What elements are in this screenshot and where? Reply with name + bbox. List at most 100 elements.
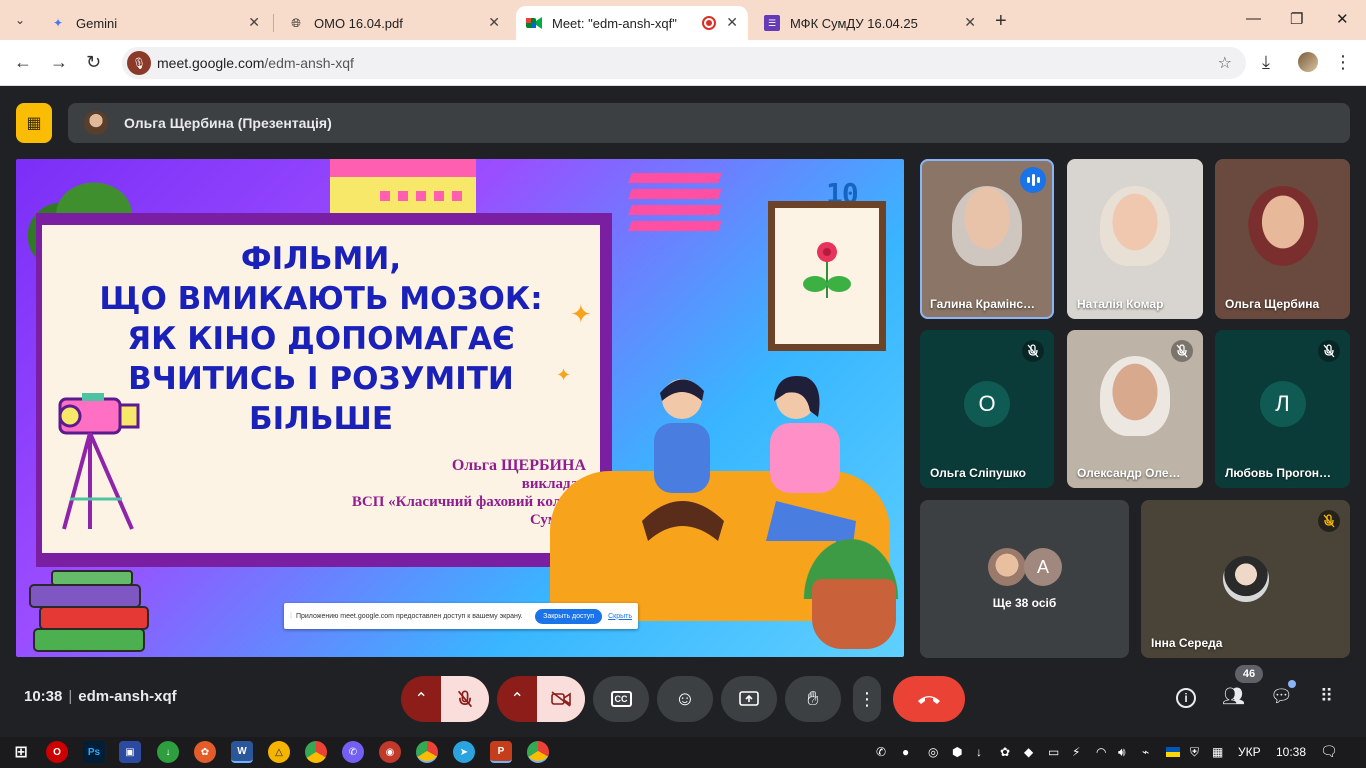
volume-icon[interactable]: 🔊︎: [1118, 745, 1126, 760]
restore-button[interactable]: ❐: [1290, 10, 1303, 28]
forward-button[interactable]: →: [50, 52, 68, 73]
notification-icon[interactable]: 🗨︎: [1320, 743, 1338, 760]
reload-button[interactable]: ↻: [86, 52, 101, 73]
participant-tile[interactable]: О Ольга Сліпушко: [920, 330, 1054, 488]
windows-start-icon[interactable]: ⊞: [10, 741, 32, 763]
share-notice-text: Приложению meet.google.com предоставлен …: [295, 612, 523, 620]
leave-call-button[interactable]: [893, 676, 965, 722]
chevron-up-icon[interactable]: ⌃: [401, 676, 441, 722]
participant-name: Галина Крамінс…: [930, 297, 1036, 311]
kebab-menu-icon: ⋮: [858, 688, 876, 709]
wifi-icon[interactable]: ◠: [1096, 745, 1106, 759]
activities-button[interactable]: ⠿: [1320, 686, 1333, 707]
captions-button[interactable]: CC: [593, 676, 649, 722]
bookmark-star-icon[interactable]: ☆: [1218, 53, 1232, 73]
keyboard-language[interactable]: УКР: [1238, 745, 1261, 759]
participant-tile[interactable]: Л Любовь Прогон…: [1215, 330, 1350, 488]
tray-icon[interactable]: ◎: [928, 745, 938, 759]
tray-icon[interactable]: ▭: [1048, 745, 1059, 759]
viber-tray-icon[interactable]: ✆: [876, 745, 886, 759]
mic-off-button[interactable]: [441, 676, 489, 722]
tray-icon[interactable]: ⌁: [1142, 745, 1149, 759]
close-icon[interactable]: ✕: [248, 14, 260, 31]
chrome-icon[interactable]: [305, 741, 327, 763]
hide-notice-link[interactable]: Скрыть: [608, 613, 632, 620]
notification-dot: [1288, 680, 1296, 688]
tray-icon[interactable]: ●: [902, 745, 909, 759]
address-bar[interactable]: 🎙︎ meet.google.com/edm-ansh-xqf ☆: [122, 47, 1246, 79]
participant-tile[interactable]: Галина Крамінс…: [920, 159, 1054, 319]
windows-taskbar: ⊞ O Ps ▣ ↓ ✿ W △ ✆ ◉ ➤ P ✆ ● ◎ ⬢ ↓ ✿ ◆ ▭…: [0, 737, 1366, 768]
participant-tile[interactable]: Інна Середа: [1141, 500, 1350, 658]
window-close-button[interactable]: ✕: [1336, 10, 1349, 28]
gemini-icon: ✦: [52, 16, 64, 30]
telegram-icon[interactable]: ➤: [453, 741, 475, 763]
url-text[interactable]: meet.google.com/edm-ansh-xqf: [157, 55, 354, 71]
hang-up-icon: [918, 696, 940, 704]
profile-avatar[interactable]: [1298, 52, 1318, 72]
tab-forms[interactable]: ☰ МФК СумДУ 16.04.25 ✕: [754, 6, 986, 40]
tray-icon[interactable]: ↓: [976, 745, 982, 759]
participant-tile[interactable]: Наталія Комар: [1067, 159, 1203, 319]
meeting-details-button[interactable]: i: [1176, 686, 1196, 708]
tray-icon[interactable]: ✿: [1000, 745, 1010, 759]
tab-search-menu-icon[interactable]: ⌄: [8, 8, 32, 32]
presentation-icon[interactable]: ▦: [16, 103, 52, 143]
tab-title: Meet: "edm-ansh-xqf": [552, 15, 677, 31]
powerpoint-icon[interactable]: P: [490, 741, 512, 763]
camera-off-button[interactable]: [537, 676, 585, 722]
participant-video: [1100, 356, 1170, 437]
present-screen-button[interactable]: [721, 676, 777, 722]
chrome-icon[interactable]: [527, 741, 549, 763]
app-icon[interactable]: ↓: [157, 741, 179, 763]
chat-button[interactable]: 💬︎: [1270, 680, 1296, 707]
microphone-icon[interactable]: 🎙︎: [127, 51, 151, 75]
app-icon[interactable]: ✿: [194, 741, 216, 763]
drive-icon[interactable]: △: [268, 741, 290, 763]
participant-name: Ольга Щербина: [1225, 297, 1320, 311]
tab-pdf[interactable]: 🌐︎ ОМО 16.04.pdf ✕: [278, 6, 510, 40]
mic-off-icon: [1171, 340, 1193, 362]
tab-gemini[interactable]: ✦ Gemini ✕: [40, 6, 270, 40]
info-icon: i: [1176, 688, 1196, 708]
tray-icon[interactable]: ▦: [1212, 745, 1223, 759]
drag-handle-icon[interactable]: ⁞: [290, 613, 292, 620]
back-button[interactable]: ←: [14, 52, 32, 73]
recording-icon: [702, 16, 716, 30]
avatar: [1223, 556, 1269, 602]
chrome-icon[interactable]: [416, 741, 438, 763]
photoshop-icon[interactable]: Ps: [83, 741, 105, 763]
tab-title: МФК СумДУ 16.04.25: [790, 15, 918, 31]
new-tab-button[interactable]: +: [995, 10, 1007, 33]
tray-icon[interactable]: ◆: [1024, 745, 1033, 759]
close-icon[interactable]: ✕: [488, 14, 500, 31]
grid-apps-icon: ⠿: [1320, 686, 1334, 706]
google-forms-icon: ☰: [764, 15, 780, 31]
stop-sharing-button[interactable]: Закрыть доступ: [535, 608, 603, 624]
download-icon[interactable]: ⤓: [1262, 52, 1270, 73]
viber-icon[interactable]: ✆: [342, 741, 364, 763]
kebab-menu-icon[interactable]: ⋮: [1334, 52, 1352, 73]
clock[interactable]: 10:38: [1276, 745, 1306, 759]
chevron-up-icon[interactable]: ⌃: [497, 676, 537, 722]
tab-meet[interactable]: Meet: "edm-ansh-xqf" ✕: [516, 6, 748, 40]
people-button[interactable]: 👥︎: [1222, 686, 1245, 707]
minimize-button[interactable]: —: [1246, 10, 1261, 27]
more-participants-tile[interactable]: А Ще 38 осіб: [920, 500, 1129, 658]
sparkle-icon: ✦: [570, 299, 592, 329]
participant-tile[interactable]: Ольга Щербина: [1215, 159, 1350, 319]
close-icon[interactable]: ✕: [726, 14, 738, 31]
google-meet-icon: [526, 15, 542, 31]
more-options-button[interactable]: ⋮: [853, 676, 881, 722]
participant-tile[interactable]: Олександр Оле…: [1067, 330, 1203, 488]
opera-icon[interactable]: O: [46, 741, 68, 763]
tray-icon[interactable]: ⬢: [952, 745, 962, 759]
word-icon[interactable]: W: [231, 741, 253, 763]
raise-hand-button[interactable]: ✋︎: [785, 676, 841, 722]
app-icon[interactable]: ◉: [379, 741, 401, 763]
tray-icon[interactable]: ⚡: [1072, 745, 1080, 759]
reactions-button[interactable]: ☺: [657, 676, 713, 722]
close-icon[interactable]: ✕: [964, 14, 976, 31]
save-disk-icon[interactable]: ▣: [119, 741, 141, 763]
shield-icon[interactable]: ⛨: [1190, 745, 1199, 760]
